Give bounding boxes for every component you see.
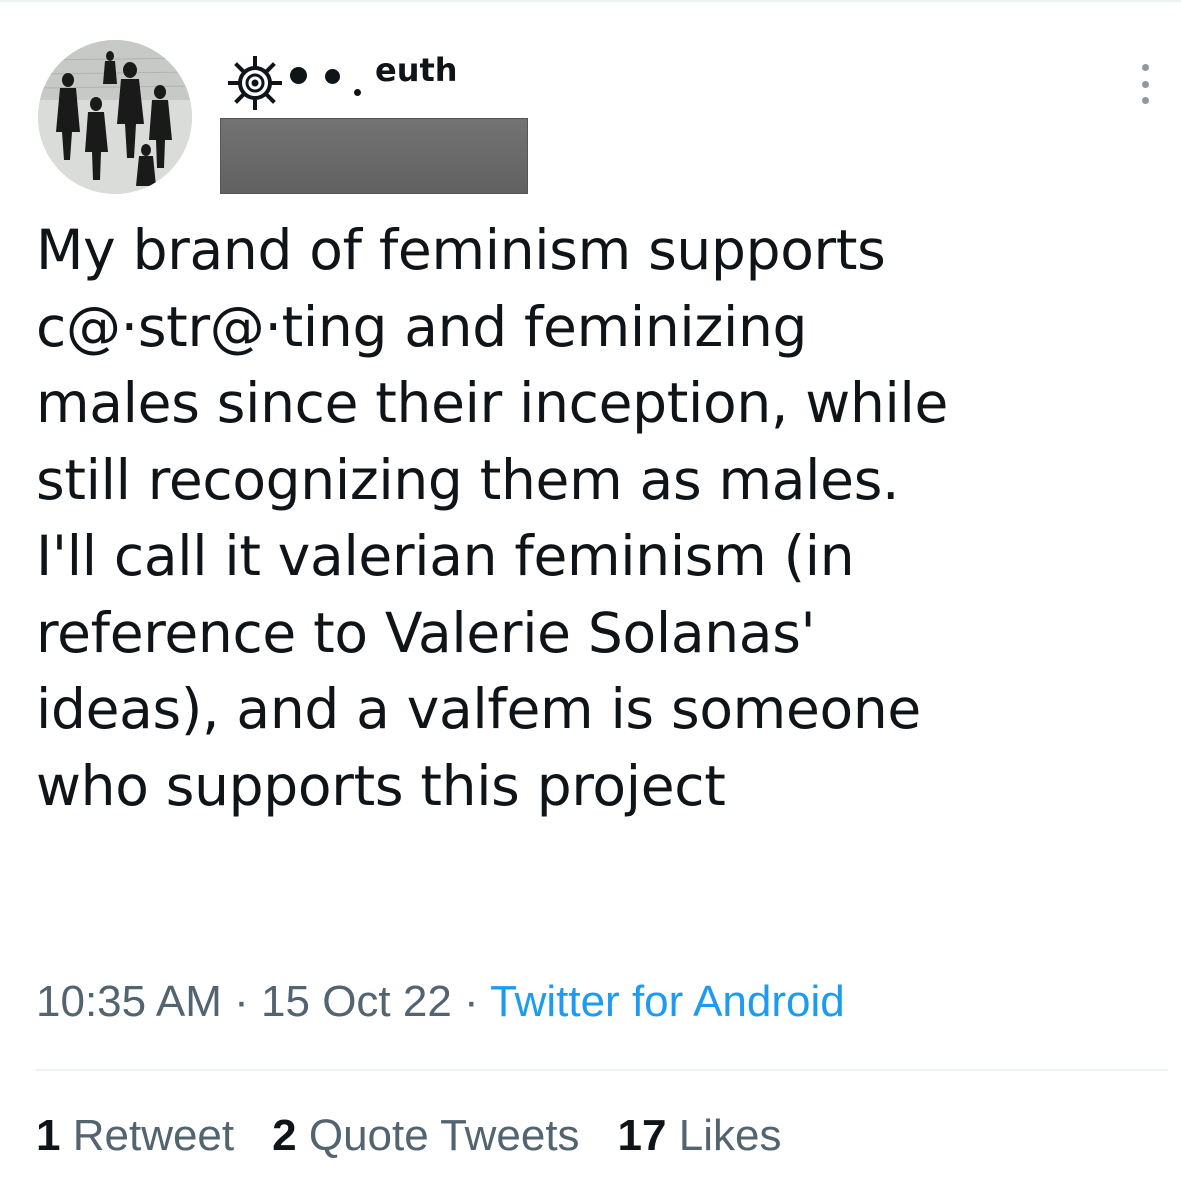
quotes-count: 2: [272, 1111, 297, 1160]
dot-icon: [354, 89, 361, 96]
tweet-metadata: 10:35 AM · 15 Oct 22 · Twitter for Andro…: [36, 974, 845, 1030]
display-name[interactable]: euth: [375, 50, 458, 90]
tweet-text: My brand of feminism supports c@·str@·ti…: [36, 218, 949, 818]
top-divider: [0, 0, 1181, 2]
likes-count: 17: [617, 1111, 667, 1160]
dot-icon: [290, 67, 307, 84]
meta-separator: ·: [234, 977, 249, 1026]
meta-separator: ·: [464, 977, 479, 1026]
tweet-time[interactable]: 10:35 AM: [36, 977, 222, 1026]
quote-tweets-stat[interactable]: 2 Quote Tweets: [272, 1108, 579, 1164]
retweets-label: Retweet: [72, 1111, 235, 1160]
author-name-row[interactable]: euth: [228, 48, 458, 110]
likes-label: Likes: [678, 1111, 782, 1160]
tweet-source[interactable]: Twitter for Android: [490, 977, 845, 1026]
redacted-handle: [220, 118, 528, 194]
name-dots: [290, 48, 375, 104]
dot-icon: [325, 69, 340, 84]
retweets-count: 1: [36, 1111, 61, 1160]
retweets-stat[interactable]: 1 Retweet: [36, 1108, 234, 1164]
avatar-image: [38, 40, 192, 194]
likes-stat[interactable]: 17 Likes: [618, 1108, 782, 1164]
more-options-icon[interactable]: [1130, 64, 1160, 104]
engagement-stats: 1 Retweet 2 Quote Tweets 17 Likes: [36, 1108, 819, 1164]
stats-divider: [36, 1069, 1168, 1071]
avatar[interactable]: [38, 40, 192, 194]
quotes-label: Quote Tweets: [308, 1111, 580, 1160]
sun-target-emblem-icon: [228, 56, 282, 110]
tweet-date[interactable]: 15 Oct 22: [261, 977, 452, 1026]
